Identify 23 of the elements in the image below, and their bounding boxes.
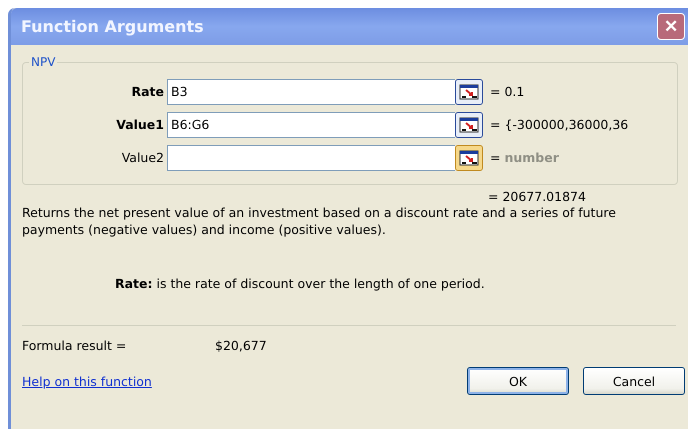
formula-result-label: Formula result = xyxy=(22,338,128,353)
close-button[interactable]: ✕ xyxy=(657,13,685,40)
argument-result: = {-300000,36000,36 xyxy=(490,117,628,132)
argument-label: Value1 xyxy=(115,117,165,132)
dialog-button[interactable]: OK xyxy=(467,367,569,395)
function-description: Returns the net present value of an investment based on a discount rate and a series of future payments (negative values) and income (positive values). xyxy=(22,204,617,238)
formula-result-value: $20,677 xyxy=(215,338,267,353)
function-result: = 20677.01874 xyxy=(488,189,587,204)
argument-label: Rate xyxy=(130,84,165,99)
input-field[interactable] xyxy=(167,144,455,170)
collapse-dialog-icon[interactable] xyxy=(455,78,483,104)
input-field[interactable]: B6:G6 xyxy=(167,112,455,138)
input-field[interactable]: B3 xyxy=(167,78,455,104)
argument-result: = number xyxy=(490,150,559,165)
collapse-dialog-icon[interactable] xyxy=(455,112,483,138)
help-link[interactable]: Help on this function xyxy=(22,374,152,388)
argument-result: = 0.1 xyxy=(490,84,524,99)
collapse-dialog-icon[interactable] xyxy=(455,144,483,170)
dialog-button[interactable]: Cancel xyxy=(583,367,685,395)
argument-description: Rate: is the rate of discount over the length of one period. xyxy=(115,276,486,291)
group-title: NPV xyxy=(30,55,56,69)
window-title: Function Arguments xyxy=(21,17,204,36)
argument-label: Value2 xyxy=(120,150,165,165)
